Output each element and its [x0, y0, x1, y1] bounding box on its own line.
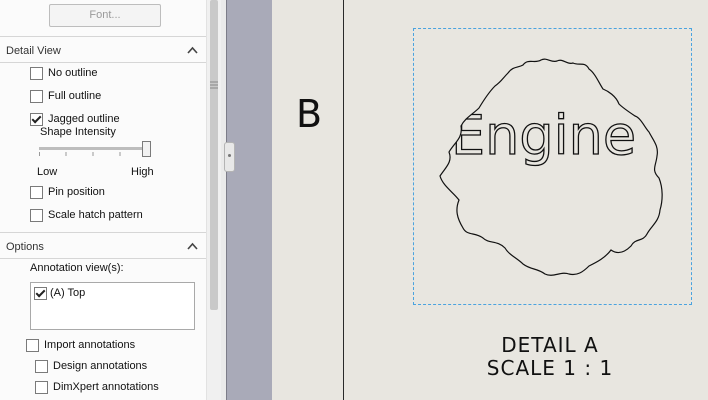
pin-position-checkbox[interactable] [30, 185, 43, 199]
no-outline-checkbox[interactable] [30, 66, 43, 80]
slider-ticks [39, 152, 147, 156]
scrollbar-thumb[interactable] [210, 0, 218, 310]
chevron-up-icon[interactable] [187, 241, 198, 252]
full-outline-label: Full outline [48, 90, 102, 102]
import-annotations-label: Import annotations [44, 339, 136, 351]
no-outline-option[interactable]: No outline [30, 65, 98, 81]
annotation-view-checkbox[interactable] [34, 286, 47, 300]
divider [0, 232, 206, 233]
dimxpert-annotations-checkbox[interactable] [35, 380, 48, 394]
design-annotations-label: Design annotations [53, 360, 148, 372]
sheet-margin [226, 0, 273, 400]
pin-position-option[interactable]: Pin position [30, 184, 105, 200]
grip-icon [210, 81, 218, 89]
annotation-views-label: Annotation view(s): [30, 262, 124, 274]
chevron-up-icon[interactable] [187, 45, 198, 56]
divider [0, 258, 206, 259]
detail-label: DETAIL A SCALE 1 : 1 [480, 334, 620, 380]
dimxpert-annotations-label: DimXpert annotations [53, 381, 159, 393]
scale-hatch-label: Scale hatch pattern [48, 209, 143, 221]
annotation-view-label: (A) Top [50, 287, 86, 299]
jagged-outline-option[interactable]: Jagged outline [30, 111, 120, 127]
pin-position-label: Pin position [48, 186, 105, 198]
design-annotations-option[interactable]: Design annotations [35, 358, 147, 374]
section-title: Detail View [6, 45, 61, 57]
jagged-outline-label: Jagged outline [48, 113, 120, 125]
slider-low-label: Low [37, 166, 58, 178]
design-annotations-checkbox[interactable] [35, 359, 48, 373]
dimxpert-annotations-option[interactable]: DimXpert annotations [35, 379, 159, 395]
shape-intensity-label: Shape Intensity [40, 126, 116, 138]
scale-hatch-checkbox[interactable] [30, 208, 43, 222]
section-detail-view-header[interactable]: Detail View [0, 41, 206, 63]
section-options-header[interactable]: Options [0, 237, 206, 259]
jagged-outline-checkbox[interactable] [30, 112, 43, 126]
import-annotations-checkbox[interactable] [26, 338, 39, 352]
detail-text: Engine [451, 104, 636, 167]
panel-collapse-handle[interactable] [224, 142, 235, 172]
jagged-outline [439, 58, 663, 276]
property-manager-panel: Font... Detail View No outline Full outl… [0, 0, 206, 400]
detail-view[interactable]: Engine [413, 28, 692, 305]
annotation-views-list[interactable]: (A) Top [30, 282, 195, 330]
full-outline-option[interactable]: Full outline [30, 88, 101, 104]
detail-label-line1: DETAIL A [501, 333, 599, 357]
font-button[interactable]: Font... [49, 4, 161, 27]
detail-label-line2: SCALE 1 : 1 [486, 356, 614, 380]
divider [0, 62, 206, 63]
divider [0, 36, 206, 37]
sheet-border-line [343, 0, 344, 400]
panel-scrollbar[interactable] [206, 0, 222, 400]
slider-high-label: High [131, 166, 154, 178]
list-item[interactable]: (A) Top [34, 285, 85, 301]
shape-intensity-slider-track[interactable] [39, 147, 147, 150]
view-letter: B [296, 92, 323, 136]
import-annotations-option[interactable]: Import annotations [26, 337, 135, 353]
shape-intensity-slider-thumb[interactable] [142, 141, 151, 157]
scale-hatch-option[interactable]: Scale hatch pattern [30, 207, 143, 223]
section-title: Options [6, 241, 44, 253]
no-outline-label: No outline [48, 67, 98, 79]
full-outline-checkbox[interactable] [30, 89, 43, 103]
